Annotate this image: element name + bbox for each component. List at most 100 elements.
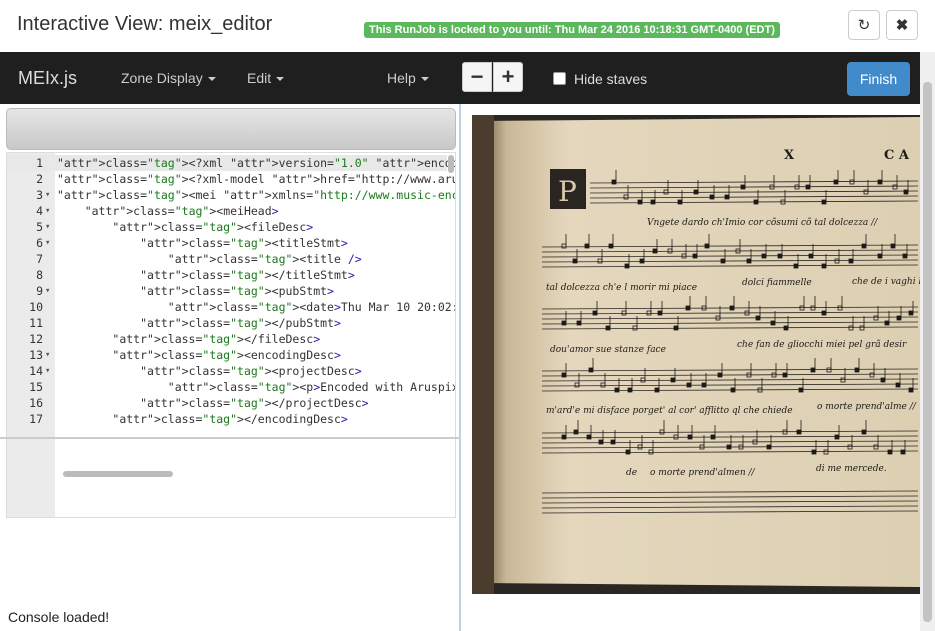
- zoom-out-button[interactable]: −: [462, 62, 492, 92]
- close-icon: ✖: [895, 17, 909, 34]
- code-line[interactable]: 11 "attr">class="tag"></pubStmt>: [7, 315, 447, 331]
- code-text[interactable]: "attr">class="tag"><?xml "attr">version=…: [57, 155, 455, 171]
- lyric-line: Vngete dardo ch'Imio cor cõsumi cõ tal d…: [647, 217, 878, 228]
- edit-menu[interactable]: Edit: [247, 70, 285, 86]
- code-line[interactable]: 13 ▾ "attr">class="tag"><encodingDesc>: [7, 347, 447, 363]
- fold-arrow-icon[interactable]: ▾: [45, 283, 50, 299]
- line-number: 14: [29, 364, 43, 378]
- code-text[interactable]: "attr">class="tag"></pubStmt>: [57, 315, 341, 331]
- lyric-line: de: [626, 468, 637, 478]
- hide-staves-toggle[interactable]: Hide staves: [553, 71, 647, 87]
- code-line[interactable]: 12 "attr">class="tag"></fileDesc>: [7, 331, 447, 347]
- code-text[interactable]: "attr">class="tag"></titleStmt>: [57, 267, 355, 283]
- code-line[interactable]: 1 "attr">class="tag"><?xml "attr">version…: [7, 155, 455, 171]
- code-line[interactable]: 14 ▾ "attr">class="tag"><projectDesc>: [7, 363, 447, 379]
- lyric-line: di me mercede.: [816, 464, 887, 474]
- zone-display-label: Zone Display: [121, 70, 203, 86]
- refresh-button[interactable]: ↻: [848, 10, 880, 40]
- console-divider[interactable]: [0, 437, 460, 439]
- refresh-icon: ↻: [857, 17, 871, 34]
- app-brand[interactable]: MEIx.js: [18, 68, 77, 89]
- fold-arrow-icon[interactable]: ▾: [45, 347, 50, 363]
- page-letters-ca: C A: [884, 148, 910, 163]
- fold-arrow-icon[interactable]: ▾: [45, 187, 50, 203]
- editor-horizontal-scrollbar[interactable]: [63, 471, 173, 477]
- line-number: 16: [29, 396, 43, 410]
- edit-label: Edit: [247, 70, 272, 86]
- svg-text:P: P: [558, 175, 577, 208]
- code-line[interactable]: 4 ▾ "attr">class="tag"><meiHead>: [7, 203, 447, 219]
- code-text[interactable]: "attr">class="tag"><?xml-model "attr">hr…: [57, 171, 455, 187]
- page-vertical-scrollbar[interactable]: [920, 52, 935, 631]
- code-text[interactable]: "attr">class="tag"><date>Thu Mar 10 20:0…: [57, 299, 455, 315]
- lyric-line: che de i vaghi lu: [852, 277, 920, 287]
- code-text[interactable]: "attr">class="tag"><meiHead>: [57, 203, 279, 219]
- code-line[interactable]: 5 ▾ "attr">class="tag"><fileDesc>: [7, 219, 447, 235]
- lyric-line: dou'amor sue stanze face: [550, 345, 666, 355]
- page-scrollbar-thumb[interactable]: [923, 82, 932, 622]
- code-text[interactable]: "attr">class="tag"></fileDesc>: [57, 331, 320, 347]
- code-line[interactable]: 17 "attr">class="tag"></encodingDesc>: [7, 411, 447, 427]
- caret-down-icon: [420, 77, 429, 82]
- lyric-line: o morte prend'alme //: [817, 402, 917, 412]
- image-panel: P X C A Vngete dardo ch'Imio cor cõsumi …: [461, 104, 920, 631]
- code-line[interactable]: 16 "attr">class="tag"></projectDesc>: [7, 395, 447, 411]
- modal-header: Interactive View: meix_editor This RunJo…: [0, 0, 935, 53]
- finish-button[interactable]: Finish: [847, 62, 910, 96]
- code-line[interactable]: 6 ▾ "attr">class="tag"><titleStmt>: [7, 235, 447, 251]
- code-text[interactable]: "attr">class="tag"><pubStmt>: [57, 283, 334, 299]
- fold-arrow-icon[interactable]: ▾: [45, 203, 50, 219]
- code-text[interactable]: "attr">class="tag"><encodingDesc>: [57, 347, 341, 363]
- code-text[interactable]: "attr">class="tag"><fileDesc>: [57, 219, 313, 235]
- line-number: 12: [29, 332, 43, 346]
- code-editor[interactable]: 1 "attr">class="tag"><?xml "attr">version…: [6, 152, 456, 518]
- window-title: Interactive View: meix_editor: [17, 13, 273, 35]
- code-line[interactable]: 3 ▾ "attr">class="tag"><mei "attr">xmlns="…: [7, 187, 455, 203]
- code-line[interactable]: 15 "attr">class="tag"><p>Encoded with Ar…: [7, 379, 455, 395]
- code-line[interactable]: 7 "attr">class="tag"><title />: [7, 251, 447, 267]
- help-label: Help: [387, 70, 416, 86]
- code-text[interactable]: "attr">class="tag"></encodingDesc>: [57, 411, 347, 427]
- code-line[interactable]: 9 ▾ "attr">class="tag"><pubStmt>: [7, 283, 447, 299]
- code-line[interactable]: 2 "attr">class="tag"><?xml-model "attr">h…: [7, 171, 455, 187]
- code-line[interactable]: 8 "attr">class="tag"></titleStmt>: [7, 267, 447, 283]
- lyric-line: o morte prend'almen //: [650, 468, 756, 478]
- code-text[interactable]: "attr">class="tag"></projectDesc>: [57, 395, 369, 411]
- page-letter-x: X: [784, 148, 795, 163]
- close-button[interactable]: ✖: [886, 10, 918, 40]
- line-number: 6: [36, 236, 43, 250]
- zone-display-menu[interactable]: Zone Display: [121, 70, 216, 86]
- fold-arrow-icon[interactable]: ▾: [45, 219, 50, 235]
- code-text[interactable]: "attr">class="tag"><p>Encoded with Arusp…: [57, 379, 455, 395]
- fold-arrow-icon[interactable]: ▾: [45, 363, 50, 379]
- line-number: 8: [36, 268, 43, 282]
- editor-panel: 1 "attr">class="tag"><?xml "attr">version…: [0, 104, 460, 631]
- line-number: 5: [36, 220, 43, 234]
- help-menu[interactable]: Help: [387, 70, 429, 86]
- lock-notice-badge: This RunJob is locked to you until: Thu …: [364, 22, 780, 38]
- line-number: 11: [29, 316, 43, 330]
- lyric-line: m'ard'e mi disface porget' al cor' affli…: [546, 406, 793, 416]
- line-number: 4: [36, 204, 43, 218]
- fold-arrow-icon[interactable]: ▾: [45, 235, 50, 251]
- code-text[interactable]: "attr">class="tag"><titleStmt>: [57, 235, 348, 251]
- line-number: 2: [36, 172, 43, 186]
- decorated-initial: P: [550, 169, 586, 209]
- code-line[interactable]: 10 "attr">class="tag"><date>Thu Mar 10 2…: [7, 299, 455, 315]
- line-number: 13: [29, 348, 43, 362]
- line-number: 7: [36, 252, 43, 266]
- line-number: 3: [36, 188, 43, 202]
- code-text[interactable]: "attr">class="tag"><projectDesc>: [57, 363, 362, 379]
- caret-down-icon: [207, 77, 216, 82]
- line-number: 15: [29, 380, 43, 394]
- code-text[interactable]: "attr">class="tag"><mei "attr">xmlns="ht…: [57, 187, 455, 203]
- score-page-image[interactable]: P X C A Vngete dardo ch'Imio cor cõsumi …: [472, 115, 920, 594]
- line-number: 1: [36, 156, 43, 170]
- line-number: 17: [29, 412, 43, 426]
- hide-staves-label: Hide staves: [574, 71, 648, 87]
- zoom-in-button[interactable]: +: [493, 62, 523, 92]
- hide-staves-checkbox[interactable]: [553, 72, 566, 85]
- editor-pane-header[interactable]: [6, 108, 456, 150]
- editor-vertical-scrollbar[interactable]: [448, 155, 454, 173]
- code-text[interactable]: "attr">class="tag"><title />: [57, 251, 362, 267]
